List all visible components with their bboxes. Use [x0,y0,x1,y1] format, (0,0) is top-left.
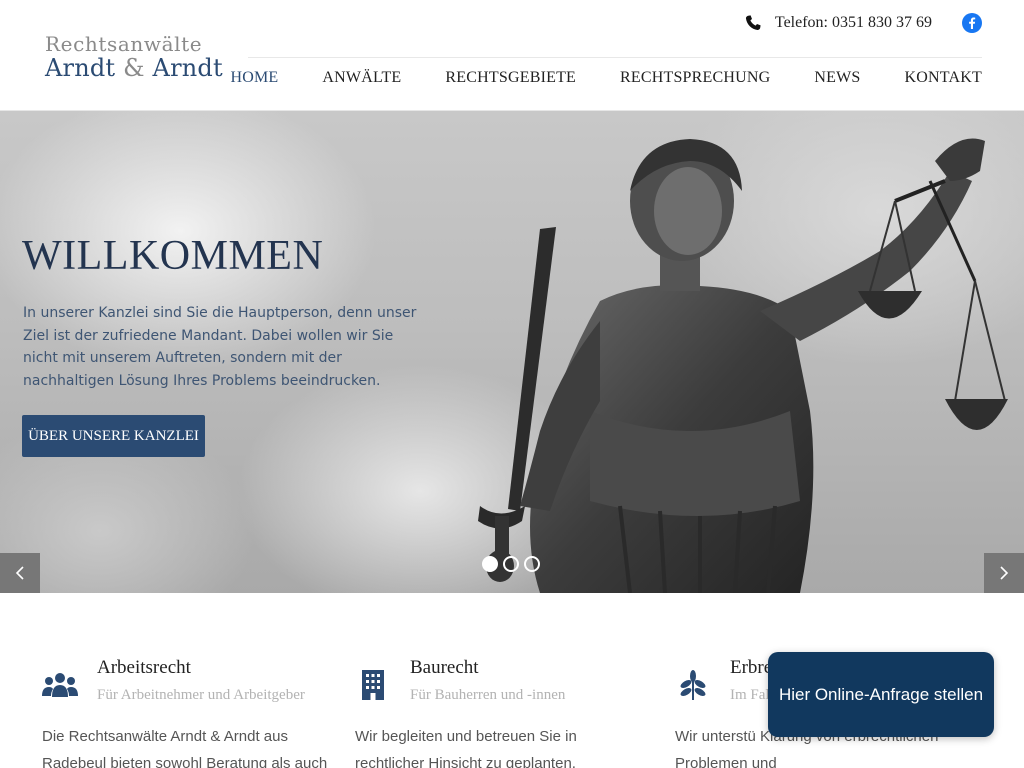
service-subtitle: Für Arbeitnehmer und Arbeitgeber [97,687,305,703]
nav-news[interactable]: NEWS [814,69,860,87]
service-subtitle: Für Bauherren und -innen [410,687,566,703]
slide-dot-1[interactable] [482,556,498,572]
chevron-right-icon [1000,566,1009,580]
service-text: Die Rechtsanwälte Arndt & Arndt aus Rade… [42,728,328,768]
slider-dots [482,556,545,572]
header-divider [248,57,982,58]
service-text: Wir begleiten und betreuen Sie in rechtl… [355,728,577,768]
service-title: Arbeitsrecht [97,657,191,678]
nav-anwaelte[interactable]: ANWÄLTE [322,69,401,87]
leaf-icon [675,669,711,701]
logo-name-a: Arndt [45,54,116,82]
facebook-icon[interactable] [962,13,982,33]
building-icon [355,669,391,701]
logo-line1: Rechtsanwälte [45,32,203,56]
service-subtitle: Im Fal [730,687,770,703]
about-firm-button[interactable]: ÜBER UNSERE KANZLEI [22,415,205,457]
nav-rechtsprechung[interactable]: RECHTSPRECHUNG [620,69,770,87]
slider-next-button[interactable] [984,553,1024,593]
nav-rechtsgebiete[interactable]: RECHTSGEBIETE [445,69,576,87]
logo-ampersand: & [123,54,145,82]
phone-number: Telefon: 0351 830 37 69 [774,14,932,31]
phone-icon [745,15,761,31]
slider-prev-button[interactable] [0,553,40,593]
topbar: Telefon: 0351 830 37 69 [745,11,982,35]
chevron-left-icon [15,566,24,580]
slide-dot-3[interactable] [524,556,540,572]
people-icon [42,669,78,701]
service-title: Erbre [730,657,773,678]
nav-home[interactable]: HOME [230,69,278,87]
hero-title: WILLKOMMEN [22,233,324,279]
slide-dot-2[interactable] [503,556,519,572]
hero-slider: WILLKOMMEN In unserer Kanzlei sind Sie d… [0,111,1024,593]
site-header: Rechtsanwälte Arndt & Arndt Telefon: 035… [0,0,1024,111]
service-title: Baurecht [410,657,479,678]
phone-contact[interactable]: Telefon: 0351 830 37 69 [745,14,932,32]
main-nav: HOME ANWÄLTE RECHTSGEBIETE RECHTSPRECHUN… [186,69,982,87]
hero-text: In unserer Kanzlei sind Sie die Hauptper… [23,305,417,389]
online-request-button[interactable]: Hier Online-Anfrage stellen [768,652,994,737]
nav-kontakt[interactable]: KONTAKT [905,69,982,87]
